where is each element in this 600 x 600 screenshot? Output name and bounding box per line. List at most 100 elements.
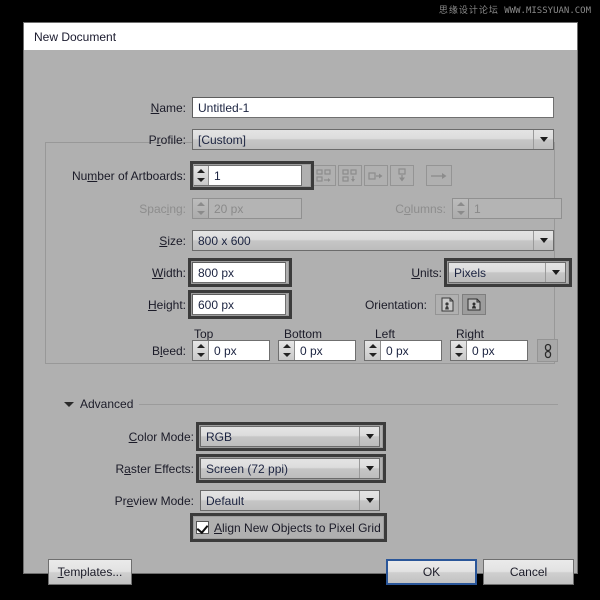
artboards-row: Number of Artboards: 1	[52, 165, 452, 186]
templates-button[interactable]: Templates...	[48, 559, 132, 585]
spinner-down-icon[interactable]	[283, 353, 291, 357]
new-document-dialog: New Document Name: Untitled-1 Profile: […	[24, 23, 577, 573]
spinner-up-icon[interactable]	[197, 344, 205, 348]
bleed-bottom-value: 0 px	[295, 341, 355, 360]
spinner-up-icon[interactable]	[197, 169, 205, 173]
bleed-left-spinner-arrows[interactable]	[365, 341, 381, 360]
chevron-down-icon	[533, 130, 553, 149]
spinner-down-icon[interactable]	[197, 211, 205, 215]
arrange-down-icon-button[interactable]	[390, 165, 414, 186]
chevron-down-icon	[359, 491, 379, 510]
watermark-url-text: WWW.MISSYUAN.COM	[504, 6, 591, 16]
name-input[interactable]: Untitled-1	[192, 97, 554, 118]
spinner-down-icon[interactable]	[197, 178, 205, 182]
columns-label: Columns:	[382, 202, 446, 216]
units-value: Pixels	[454, 266, 486, 280]
spacing-value: 20 px	[209, 199, 301, 218]
spinner-down-icon[interactable]	[197, 353, 205, 357]
ok-button[interactable]: OK	[386, 559, 477, 585]
bleed-right-stepper[interactable]: 0 px	[450, 340, 528, 361]
bleed-label: Bleed:	[134, 344, 186, 358]
artboards-label: Number of Artboards:	[52, 169, 186, 183]
raster-effects-select[interactable]: Screen (72 ppi)	[200, 458, 380, 479]
preview-mode-label: Preview Mode:	[114, 494, 194, 508]
units-label: Units:	[394, 266, 442, 280]
dialog-title: New Document	[34, 30, 116, 44]
spacing-spinner-arrows[interactable]	[193, 199, 209, 218]
orientation-label: Orientation:	[347, 298, 427, 312]
orientation-portrait-icon-button[interactable]	[435, 294, 459, 315]
spacing-row: Spacing: 20 px	[124, 198, 302, 219]
size-select[interactable]: 800 x 600	[192, 230, 554, 251]
checkbox-checked-icon[interactable]	[196, 521, 209, 534]
align-pixel-grid-checkbox-row[interactable]: Align New Objects to Pixel Grid	[196, 518, 381, 537]
arrange-right-icon-button[interactable]	[364, 165, 388, 186]
advanced-divider	[139, 404, 558, 405]
artboards-stepper[interactable]: 1	[192, 165, 302, 186]
spinner-up-icon[interactable]	[283, 344, 291, 348]
columns-stepper[interactable]: 1	[452, 198, 562, 219]
spacing-stepper[interactable]: 20 px	[192, 198, 302, 219]
columns-row: Columns: 1	[382, 198, 562, 219]
cancel-button[interactable]: Cancel	[483, 559, 574, 585]
size-row: Size: 800 x 600	[124, 230, 554, 251]
spinner-up-icon[interactable]	[369, 344, 377, 348]
spinner-down-icon[interactable]	[369, 353, 377, 357]
color-mode-select[interactable]: RGB	[200, 426, 380, 447]
chain-link-icon-button[interactable]	[537, 339, 558, 362]
dialog-body: Name: Untitled-1 Profile: [Custom] Numbe…	[24, 50, 577, 573]
columns-spinner-arrows[interactable]	[453, 199, 469, 218]
grid-by-column-icon-button[interactable]	[338, 165, 362, 186]
units-select[interactable]: Pixels	[448, 262, 566, 283]
color-mode-row: Color Mode: RGB	[124, 426, 380, 447]
bleed-left-stepper[interactable]: 0 px	[364, 340, 442, 361]
spinner-up-icon[interactable]	[455, 344, 463, 348]
bleed-bottom-stepper[interactable]: 0 px	[278, 340, 356, 361]
chevron-down-icon[interactable]	[64, 402, 74, 407]
chevron-down-icon	[545, 263, 565, 282]
raster-effects-row: Raster Effects: Screen (72 ppi)	[112, 458, 380, 479]
preview-mode-select[interactable]: Default	[200, 490, 380, 511]
spinner-up-icon[interactable]	[197, 202, 205, 206]
width-label: Width:	[124, 266, 186, 280]
align-pixel-grid-label: Align New Objects to Pixel Grid	[214, 521, 381, 535]
units-row: Units: Pixels	[394, 262, 566, 283]
spinner-down-icon[interactable]	[455, 353, 463, 357]
chevron-down-icon	[533, 231, 553, 250]
artboards-spinner-arrows[interactable]	[193, 166, 209, 185]
raster-effects-value: Screen (72 ppi)	[206, 462, 288, 476]
bleed-row: Bleed: 0 px 0 px 0	[134, 340, 558, 361]
ok-button-label: OK	[423, 565, 440, 579]
bleed-top-stepper[interactable]: 0 px	[192, 340, 270, 361]
bleed-top-spinner-arrows[interactable]	[193, 341, 209, 360]
bleed-right-spinner-arrows[interactable]	[451, 341, 467, 360]
orientation-row: Orientation:	[347, 294, 486, 315]
name-row: Name: Untitled-1	[124, 97, 554, 118]
bleed-right-value: 0 px	[467, 341, 527, 360]
profile-select[interactable]: [Custom]	[192, 129, 554, 150]
advanced-section-header[interactable]: Advanced	[64, 397, 558, 411]
spacing-label: Spacing:	[124, 202, 186, 216]
chevron-down-icon	[359, 427, 379, 446]
width-row: Width: 800 px	[124, 262, 286, 283]
color-mode-value: RGB	[206, 430, 232, 444]
spinner-down-icon[interactable]	[457, 211, 465, 215]
advanced-label: Advanced	[80, 397, 133, 411]
bleed-bottom-spinner-arrows[interactable]	[279, 341, 295, 360]
raster-effects-label: Raster Effects:	[112, 462, 194, 476]
orientation-landscape-icon-button[interactable]	[462, 294, 486, 315]
size-value: 800 x 600	[198, 234, 251, 248]
spinner-up-icon[interactable]	[457, 202, 465, 206]
columns-value: 1	[469, 199, 561, 218]
height-label: Height:	[124, 298, 186, 312]
arrow-right-icon-button[interactable]	[426, 165, 452, 186]
chevron-down-icon	[359, 459, 379, 478]
preview-mode-value: Default	[206, 494, 244, 508]
name-label: Name:	[124, 101, 186, 115]
grid-by-row-icon-button[interactable]	[312, 165, 336, 186]
size-label: Size:	[124, 234, 186, 248]
watermark: 思缘设计论坛 WWW.MISSYUAN.COM	[439, 3, 591, 16]
color-mode-label: Color Mode:	[124, 430, 194, 444]
height-input[interactable]: 600 px	[192, 294, 286, 315]
width-input[interactable]: 800 px	[192, 262, 286, 283]
